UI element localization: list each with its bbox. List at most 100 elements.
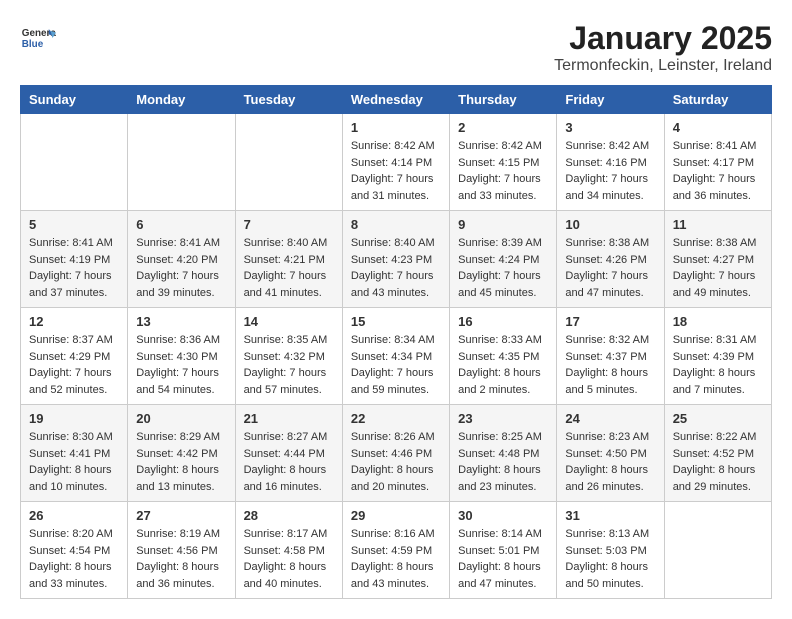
- day-info: Sunrise: 8:13 AM Sunset: 5:03 PM Dayligh…: [565, 526, 655, 592]
- calendar-cell: 6 Sunrise: 8:41 AM Sunset: 4:20 PM Daylig…: [128, 211, 235, 308]
- day-number: 26: [29, 508, 119, 523]
- location: Termonfeckin, Leinster, Ireland: [554, 57, 772, 75]
- day-number: 4: [673, 120, 763, 135]
- calendar-cell: 31 Sunrise: 8:13 AM Sunset: 5:03 PM Dayli…: [557, 502, 664, 599]
- calendar-header-monday: Monday: [128, 86, 235, 114]
- calendar-cell: 9 Sunrise: 8:39 AM Sunset: 4:24 PM Daylig…: [450, 211, 557, 308]
- day-number: 13: [136, 314, 226, 329]
- calendar-week-row: 26 Sunrise: 8:20 AM Sunset: 4:54 PM Dayli…: [21, 502, 772, 599]
- page-header: General Blue January 2025 Termonfeckin, …: [20, 20, 772, 75]
- logo: General Blue: [20, 20, 56, 56]
- day-info: Sunrise: 8:42 AM Sunset: 4:16 PM Dayligh…: [565, 138, 655, 204]
- day-number: 7: [244, 217, 334, 232]
- calendar-cell: 7Sunrise: 8:40 AM Sunset: 4:21 PM Daylig…: [235, 211, 342, 308]
- day-number: 9: [458, 217, 548, 232]
- day-number: 3: [565, 120, 655, 135]
- calendar-cell: 28 Sunrise: 8:17 AM Sunset: 4:58 PM Dayli…: [235, 502, 342, 599]
- calendar-header-row: SundayMondayTuesdayWednesdayThursdayFrid…: [21, 86, 772, 114]
- calendar-header-friday: Friday: [557, 86, 664, 114]
- calendar-cell: [128, 114, 235, 211]
- calendar-week-row: 12 Sunrise: 8:37 AM Sunset: 4:29 PM Dayli…: [21, 308, 772, 405]
- day-number: 10: [565, 217, 655, 232]
- calendar-cell: 13 Sunrise: 8:36 AM Sunset: 4:30 PM Dayli…: [128, 308, 235, 405]
- calendar-cell: 16 Sunrise: 8:33 AM Sunset: 4:35 PM Dayli…: [450, 308, 557, 405]
- calendar-header-sunday: Sunday: [21, 86, 128, 114]
- calendar-cell: 25Sunrise: 8:22 AM Sunset: 4:52 PM Dayli…: [664, 405, 771, 502]
- calendar-cell: 5Sunrise: 8:41 AM Sunset: 4:19 PM Daylig…: [21, 211, 128, 308]
- day-number: 31: [565, 508, 655, 523]
- day-info: Sunrise: 8:36 AM Sunset: 4:30 PM Dayligh…: [136, 332, 226, 398]
- calendar-cell: 10 Sunrise: 8:38 AM Sunset: 4:26 PM Dayli…: [557, 211, 664, 308]
- calendar-header-wednesday: Wednesday: [342, 86, 449, 114]
- calendar-cell: 12 Sunrise: 8:37 AM Sunset: 4:29 PM Dayli…: [21, 308, 128, 405]
- day-info: Sunrise: 8:23 AM Sunset: 4:50 PM Dayligh…: [565, 429, 655, 495]
- day-info: Sunrise: 8:17 AM Sunset: 4:58 PM Dayligh…: [244, 526, 334, 592]
- day-info: Sunrise: 8:26 AM Sunset: 4:46 PM Dayligh…: [351, 429, 441, 495]
- day-number: 30: [458, 508, 548, 523]
- calendar-cell: 8 Sunrise: 8:40 AM Sunset: 4:23 PM Daylig…: [342, 211, 449, 308]
- day-info: Sunrise: 8:42 AM Sunset: 4:14 PM Dayligh…: [351, 138, 441, 204]
- calendar-header-tuesday: Tuesday: [235, 86, 342, 114]
- day-info: Sunrise: 8:16 AM Sunset: 4:59 PM Dayligh…: [351, 526, 441, 592]
- day-number: 19: [29, 411, 119, 426]
- day-number: 23: [458, 411, 548, 426]
- calendar-cell: 15Sunrise: 8:34 AM Sunset: 4:34 PM Dayli…: [342, 308, 449, 405]
- day-info: Sunrise: 8:41 AM Sunset: 4:17 PM Dayligh…: [673, 138, 763, 204]
- calendar-cell: 21 Sunrise: 8:27 AM Sunset: 4:44 PM Dayli…: [235, 405, 342, 502]
- calendar-cell: 17 Sunrise: 8:32 AM Sunset: 4:37 PM Dayli…: [557, 308, 664, 405]
- calendar-cell: [21, 114, 128, 211]
- day-number: 22: [351, 411, 441, 426]
- day-info: Sunrise: 8:37 AM Sunset: 4:29 PM Dayligh…: [29, 332, 119, 398]
- calendar-header-thursday: Thursday: [450, 86, 557, 114]
- day-info: Sunrise: 8:41 AM Sunset: 4:20 PM Dayligh…: [136, 235, 226, 301]
- day-info: Sunrise: 8:33 AM Sunset: 4:35 PM Dayligh…: [458, 332, 548, 398]
- day-info: Sunrise: 8:41 AM Sunset: 4:19 PM Dayligh…: [29, 235, 119, 301]
- calendar-table: SundayMondayTuesdayWednesdayThursdayFrid…: [20, 85, 772, 599]
- day-info: Sunrise: 8:20 AM Sunset: 4:54 PM Dayligh…: [29, 526, 119, 592]
- day-info: Sunrise: 8:22 AM Sunset: 4:52 PM Dayligh…: [673, 429, 763, 495]
- calendar-cell: 18Sunrise: 8:31 AM Sunset: 4:39 PM Dayli…: [664, 308, 771, 405]
- calendar-cell: 22 Sunrise: 8:26 AM Sunset: 4:46 PM Dayli…: [342, 405, 449, 502]
- day-number: 6: [136, 217, 226, 232]
- day-info: Sunrise: 8:38 AM Sunset: 4:26 PM Dayligh…: [565, 235, 655, 301]
- day-number: 16: [458, 314, 548, 329]
- day-number: 24: [565, 411, 655, 426]
- calendar-cell: 23Sunrise: 8:25 AM Sunset: 4:48 PM Dayli…: [450, 405, 557, 502]
- day-number: 15: [351, 314, 441, 329]
- day-info: Sunrise: 8:27 AM Sunset: 4:44 PM Dayligh…: [244, 429, 334, 495]
- calendar-cell: 20Sunrise: 8:29 AM Sunset: 4:42 PM Dayli…: [128, 405, 235, 502]
- day-info: Sunrise: 8:19 AM Sunset: 4:56 PM Dayligh…: [136, 526, 226, 592]
- day-info: Sunrise: 8:40 AM Sunset: 4:23 PM Dayligh…: [351, 235, 441, 301]
- day-info: Sunrise: 8:29 AM Sunset: 4:42 PM Dayligh…: [136, 429, 226, 495]
- calendar-cell: 4 Sunrise: 8:41 AM Sunset: 4:17 PM Daylig…: [664, 114, 771, 211]
- calendar-cell: 19 Sunrise: 8:30 AM Sunset: 4:41 PM Dayli…: [21, 405, 128, 502]
- day-number: 12: [29, 314, 119, 329]
- calendar-cell: 24 Sunrise: 8:23 AM Sunset: 4:50 PM Dayli…: [557, 405, 664, 502]
- day-info: Sunrise: 8:32 AM Sunset: 4:37 PM Dayligh…: [565, 332, 655, 398]
- month-title: January 2025: [554, 20, 772, 57]
- day-number: 21: [244, 411, 334, 426]
- day-number: 14: [244, 314, 334, 329]
- day-info: Sunrise: 8:14 AM Sunset: 5:01 PM Dayligh…: [458, 526, 548, 592]
- calendar-cell: [664, 502, 771, 599]
- day-number: 29: [351, 508, 441, 523]
- day-number: 11: [673, 217, 763, 232]
- calendar-week-row: 1 Sunrise: 8:42 AM Sunset: 4:14 PM Daylig…: [21, 114, 772, 211]
- calendar-cell: 14Sunrise: 8:35 AM Sunset: 4:32 PM Dayli…: [235, 308, 342, 405]
- day-number: 17: [565, 314, 655, 329]
- day-info: Sunrise: 8:38 AM Sunset: 4:27 PM Dayligh…: [673, 235, 763, 301]
- day-number: 27: [136, 508, 226, 523]
- day-number: 1: [351, 120, 441, 135]
- calendar-cell: 1 Sunrise: 8:42 AM Sunset: 4:14 PM Daylig…: [342, 114, 449, 211]
- logo-icon: General Blue: [20, 20, 56, 56]
- calendar-cell: 11 Sunrise: 8:38 AM Sunset: 4:27 PM Dayli…: [664, 211, 771, 308]
- calendar-cell: 2Sunrise: 8:42 AM Sunset: 4:15 PM Daylig…: [450, 114, 557, 211]
- day-info: Sunrise: 8:39 AM Sunset: 4:24 PM Dayligh…: [458, 235, 548, 301]
- day-info: Sunrise: 8:30 AM Sunset: 4:41 PM Dayligh…: [29, 429, 119, 495]
- day-number: 8: [351, 217, 441, 232]
- day-number: 28: [244, 508, 334, 523]
- calendar-cell: 29 Sunrise: 8:16 AM Sunset: 4:59 PM Dayli…: [342, 502, 449, 599]
- day-number: 2: [458, 120, 548, 135]
- day-info: Sunrise: 8:31 AM Sunset: 4:39 PM Dayligh…: [673, 332, 763, 398]
- calendar-cell: [235, 114, 342, 211]
